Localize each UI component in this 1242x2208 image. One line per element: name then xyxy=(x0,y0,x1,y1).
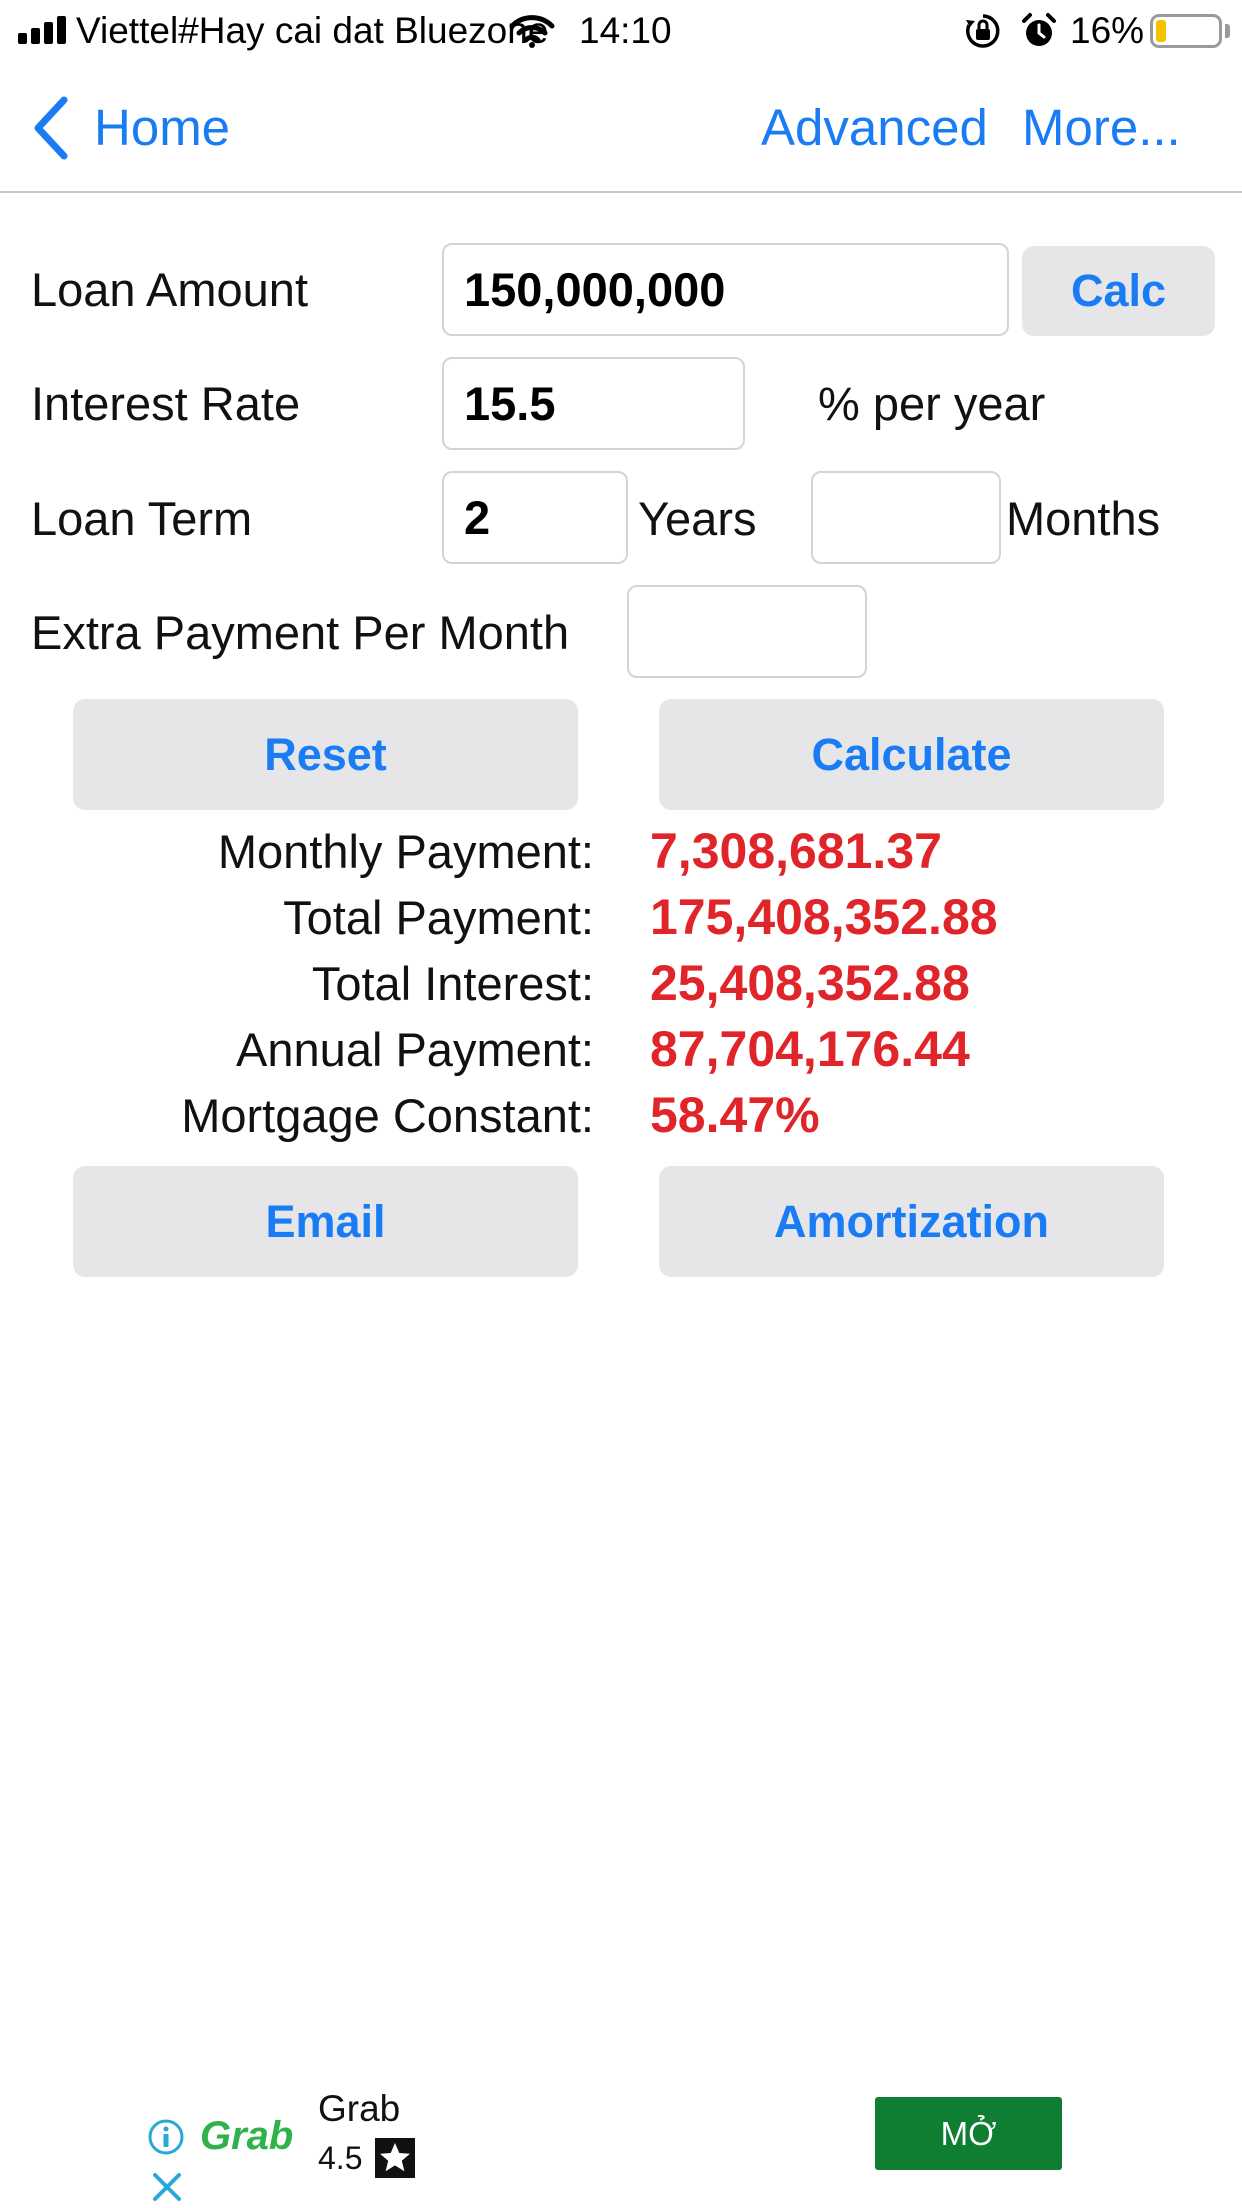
ad-open-button[interactable]: MỞ xyxy=(875,2097,1062,2170)
loan-amount-input[interactable]: 150,000,000 xyxy=(442,243,1009,336)
total-interest-value: 25,408,352.88 xyxy=(650,955,970,1011)
loan-term-years-input[interactable]: 2 xyxy=(442,471,628,564)
status-bar: Viettel#Hay cai dat Bluezone 14:10 16% xyxy=(0,0,1242,62)
annual-payment-value: 87,704,176.44 xyxy=(650,1021,970,1077)
advanced-button[interactable]: Advanced xyxy=(761,98,988,158)
amortization-button[interactable]: Amortization xyxy=(659,1166,1164,1277)
extra-payment-input[interactable] xyxy=(627,585,867,678)
ad-info-icon[interactable] xyxy=(147,2118,185,2156)
mortgage-constant-label: Mortgage Constant: xyxy=(181,1089,594,1142)
calculate-button[interactable]: Calculate xyxy=(659,699,1164,810)
loan-term-label: Loan Term xyxy=(31,492,253,545)
grab-logo: Grab xyxy=(200,2114,294,2158)
alarm-icon xyxy=(1022,13,1056,46)
more-button[interactable]: More... xyxy=(1022,98,1181,158)
total-interest-label: Total Interest: xyxy=(311,957,594,1010)
back-button[interactable]: Home xyxy=(30,92,230,164)
months-label: Months xyxy=(1006,492,1161,545)
battery-level-fill xyxy=(1156,20,1166,42)
battery-icon xyxy=(1150,14,1222,48)
cellular-signal-icon xyxy=(18,16,68,44)
chevron-left-icon xyxy=(34,96,68,160)
monthly-payment-value: 7,308,681.37 xyxy=(650,823,942,879)
star-icon xyxy=(375,2138,415,2178)
monthly-payment-label: Monthly Payment: xyxy=(217,825,594,878)
battery-percent: 16% xyxy=(1070,10,1145,51)
mortgage-constant-value: 58.47% xyxy=(650,1087,820,1143)
battery-tip xyxy=(1225,24,1230,38)
reset-button[interactable]: Reset xyxy=(73,699,578,810)
interest-rate-input[interactable]: 15.5 xyxy=(442,357,745,450)
ad-rating: 4.5 xyxy=(318,2140,363,2176)
orientation-lock-icon xyxy=(966,14,1000,48)
total-payment-value: 175,408,352.88 xyxy=(650,889,998,945)
total-payment-label: Total Payment: xyxy=(283,891,594,944)
ad-close-icon[interactable] xyxy=(150,2170,184,2204)
interest-unit-label: % per year xyxy=(818,377,1046,430)
navigation-bar: Home Advanced More... xyxy=(0,62,1242,193)
wifi-icon xyxy=(509,15,555,48)
interest-rate-label: Interest Rate xyxy=(31,377,301,430)
years-label: Years xyxy=(638,492,757,545)
loan-term-months-input[interactable] xyxy=(811,471,1001,564)
clock-time: 14:10 xyxy=(579,10,672,51)
email-button[interactable]: Email xyxy=(73,1166,578,1277)
carrier-name: Viettel#Hay cai dat Bluezone xyxy=(76,10,549,51)
ad-app-name: Grab xyxy=(318,2088,401,2129)
back-label: Home xyxy=(94,99,231,156)
calc-button[interactable]: Calc xyxy=(1022,246,1215,336)
extra-payment-label: Extra Payment Per Month xyxy=(31,606,570,659)
annual-payment-label: Annual Payment: xyxy=(236,1023,594,1076)
loan-amount-label: Loan Amount xyxy=(31,263,308,316)
